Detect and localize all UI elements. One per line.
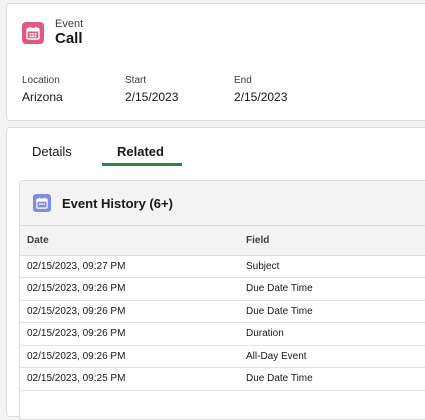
cell-field: Due Date Time bbox=[246, 300, 425, 323]
calendar-icon bbox=[26, 26, 40, 40]
cell-date: 02/15/2023, 09:26 PM bbox=[20, 322, 246, 346]
related-list-title[interactable]: Event History (6+) bbox=[62, 196, 173, 211]
table-header-row: Date Field bbox=[20, 226, 425, 256]
cell-field: Due Date Time bbox=[246, 367, 425, 391]
tab-details[interactable]: Details bbox=[32, 144, 72, 159]
active-tab-indicator bbox=[102, 163, 182, 166]
cell-field: Due Date Time bbox=[246, 277, 425, 301]
cell-date: 02/15/2023, 09:26 PM bbox=[20, 300, 246, 323]
record-header: Event Call Location Arizona Start 2/15/2… bbox=[6, 3, 425, 121]
calendar-icon bbox=[36, 197, 48, 209]
cell-field: Duration bbox=[246, 322, 425, 346]
cell-field: All-Day Event bbox=[246, 345, 425, 368]
tab-related[interactable]: Related bbox=[117, 144, 164, 159]
object-type-label: Event bbox=[55, 18, 84, 30]
field-location: Location Arizona bbox=[22, 75, 63, 104]
related-list-header: Event History (6+) bbox=[20, 181, 425, 226]
table-row: 02/15/2023, 09:26 PM Duration bbox=[20, 322, 425, 346]
table-row: 02/15/2023, 09:26 PM All-Day Event bbox=[20, 345, 425, 368]
field-end: End 2/15/2023 bbox=[234, 75, 287, 104]
table-row: 02/15/2023, 09:26 PM Due Date Time bbox=[20, 277, 425, 301]
table-row: 02/15/2023, 09:25 PM Due Date Time bbox=[20, 367, 425, 391]
history-icon-tile bbox=[33, 194, 51, 212]
record-title: Call bbox=[55, 30, 83, 47]
column-header-date[interactable]: Date bbox=[20, 226, 246, 256]
column-header-field[interactable]: Field bbox=[246, 226, 425, 256]
cell-date: 02/15/2023, 09:26 PM bbox=[20, 345, 246, 368]
field-value: 2/15/2023 bbox=[125, 90, 179, 104]
cell-date: 02/15/2023, 09:26 PM bbox=[20, 277, 246, 301]
event-icon-tile bbox=[22, 22, 44, 44]
event-history-related-list: Event History (6+) Date Field 02/15/2023… bbox=[19, 180, 425, 420]
field-value: 2/15/2023 bbox=[234, 90, 288, 104]
record-tabs-card: Details Related Event History (6+) Date … bbox=[6, 127, 425, 420]
field-value: Arizona bbox=[22, 90, 63, 104]
field-label: Location bbox=[22, 75, 60, 86]
event-history-table: Date Field 02/15/2023, 09:27 PM Subject … bbox=[20, 226, 425, 391]
field-start: Start 2/15/2023 bbox=[125, 75, 178, 104]
cell-date: 02/15/2023, 09:25 PM bbox=[20, 367, 246, 391]
field-label: End bbox=[234, 75, 252, 86]
table-row: 02/15/2023, 09:27 PM Subject bbox=[20, 255, 425, 278]
table-row: 02/15/2023, 09:26 PM Due Date Time bbox=[20, 300, 425, 323]
cell-field: Subject bbox=[246, 255, 425, 278]
field-label: Start bbox=[125, 75, 147, 86]
cell-date: 02/15/2023, 09:27 PM bbox=[20, 255, 246, 278]
